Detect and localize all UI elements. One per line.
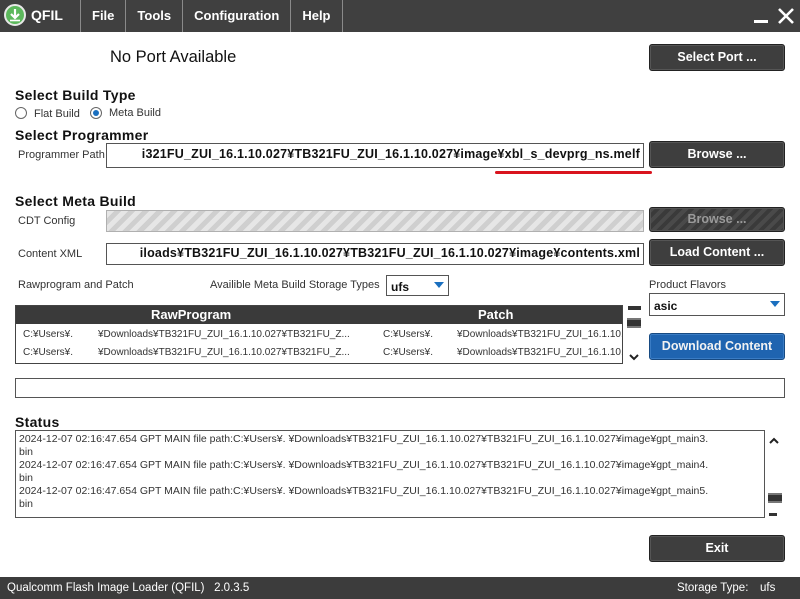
chevron-down-icon[interactable]	[629, 349, 639, 367]
menu-tools[interactable]: Tools	[125, 0, 182, 32]
meta-build-heading: Select Meta Build	[15, 193, 137, 209]
column-rawprogram: RawProgram	[151, 307, 232, 322]
log-tail: bin	[19, 498, 34, 510]
browse-programmer-button[interactable]: Browse ...	[649, 141, 785, 168]
menu-file[interactable]: File	[80, 0, 125, 32]
app-version: Qualcomm Flash Image Loader (QFIL) 2.0.3…	[7, 582, 250, 594]
content-xml-field[interactable]: iloads¥TB321FU_ZUI_16.1.10.027¥TB321FU_Z…	[106, 243, 644, 265]
log-path: ¥Downloads¥TB321FU_ZUI_16.1.10.027¥TB321…	[288, 433, 709, 445]
app-name: QFIL	[31, 7, 63, 23]
status-bar: Qualcomm Flash Image Loader (QFIL) 2.0.3…	[0, 577, 800, 599]
log-time: 2024-12-07 02:16:47.654	[19, 459, 137, 471]
minimize-icon[interactable]	[751, 6, 771, 26]
log-message: GPT MAIN file path:C:¥Users¥.	[139, 485, 286, 497]
highlight-underline	[495, 171, 652, 174]
log-entry: 2024-12-07 02:16:47.654 GPT MAIN file pa…	[19, 459, 761, 485]
build-type-heading: Select Build Type	[15, 87, 136, 103]
table-row[interactable]: C:¥Users¥. ¥Downloads¥TB321FU_ZUI_16.1.1…	[16, 344, 623, 363]
menu-help[interactable]: Help	[290, 0, 343, 32]
raw-cell: ¥Downloads¥TB321FU_ZUI_16.1.10.027¥TB321…	[98, 347, 350, 358]
cdt-config-field	[106, 210, 644, 232]
log-message: GPT MAIN file path:C:¥Users¥.	[139, 433, 286, 445]
column-patch: Patch	[478, 307, 514, 322]
product-flavor-value: asic	[654, 299, 678, 313]
menu-bar: File Tools Configuration Help	[80, 0, 343, 32]
download-content-button[interactable]: Download Content	[649, 333, 785, 360]
status-heading: Status	[15, 414, 60, 430]
progress-bar	[15, 378, 785, 398]
product-flavors-label: Product Flavors	[649, 279, 727, 291]
log-message: GPT MAIN file path:C:¥Users¥.	[139, 459, 286, 471]
product-flavor-select[interactable]: asic	[649, 293, 785, 316]
patch-cell: C:¥Users¥.	[383, 329, 434, 340]
close-icon[interactable]	[776, 6, 796, 26]
rawprogram-label: Rawprogram and Patch	[18, 279, 134, 291]
content-xml-value: iloads¥TB321FU_ZUI_16.1.10.027¥TB321FU_Z…	[139, 246, 640, 260]
cdt-config-label: CDT Config	[18, 215, 76, 227]
exit-button[interactable]: Exit	[649, 535, 785, 562]
programmer-path-value: i321FU_ZUI_16.1.10.027¥TB321FU_ZUI_16.1.…	[141, 147, 640, 161]
port-status: No Port Available	[110, 48, 237, 66]
qfil-logo-icon	[4, 4, 26, 26]
raw-cell: ¥Downloads¥TB321FU_ZUI_16.1.10.027¥TB321…	[98, 329, 350, 340]
storage-type-select[interactable]: ufs	[386, 275, 449, 296]
patch-cell: ¥Downloads¥TB321FU_ZUI_16.1.10.027¥TB321…	[457, 329, 623, 340]
programmer-path-field[interactable]: i321FU_ZUI_16.1.10.027¥TB321FU_ZUI_16.1.…	[106, 143, 644, 168]
list-icon[interactable]	[627, 318, 641, 328]
status-log[interactable]: 2024-12-07 02:16:47.654 GPT MAIN file pa…	[15, 430, 765, 518]
select-port-button[interactable]: Select Port ...	[649, 44, 785, 71]
table-row[interactable]: C:¥Users¥. ¥Downloads¥TB321FU_ZUI_16.1.1…	[16, 324, 622, 344]
list-icon[interactable]	[768, 493, 782, 503]
chevron-down-icon	[434, 282, 444, 288]
browse-cdt-button: Browse ...	[649, 207, 785, 232]
storage-type-status: ufs	[760, 582, 776, 594]
chevron-up-icon[interactable]	[769, 433, 779, 451]
flat-build-label: Flat Build	[34, 108, 80, 120]
flat-build-radio[interactable]	[15, 107, 27, 119]
title-bar: QFIL File Tools Configuration Help	[0, 0, 800, 32]
log-time: 2024-12-07 02:16:47.654	[19, 433, 137, 445]
table-header: RawProgram Patch	[16, 306, 622, 324]
remove-row-icon[interactable]	[628, 306, 641, 310]
programmer-path-label: Programmer Path	[18, 149, 105, 161]
log-tail: bin	[19, 446, 34, 458]
menu-configuration[interactable]: Configuration	[182, 0, 290, 32]
storage-type-label: Storage Type:	[677, 582, 749, 594]
patch-cell: C:¥Users¥.	[383, 347, 434, 358]
remove-icon[interactable]	[769, 513, 777, 516]
storage-type-value: ufs	[391, 280, 409, 294]
content-xml-label: Content XML	[18, 248, 83, 260]
log-entry: 2024-12-07 02:16:47.654 GPT MAIN file pa…	[19, 485, 761, 511]
chevron-down-icon	[770, 301, 780, 307]
log-path: ¥Downloads¥TB321FU_ZUI_16.1.10.027¥TB321…	[288, 485, 709, 497]
log-entry: 2024-12-07 02:16:47.654 GPT MAIN file pa…	[19, 433, 761, 459]
raw-cell: C:¥Users¥.	[23, 347, 74, 358]
meta-build-label: Meta Build	[109, 107, 161, 119]
rawprogram-patch-table: RawProgram Patch C:¥Users¥. ¥Downloads¥T…	[15, 305, 623, 364]
load-content-button[interactable]: Load Content ...	[649, 239, 785, 266]
log-time: 2024-12-07 02:16:47.654	[19, 485, 137, 497]
log-path: ¥Downloads¥TB321FU_ZUI_16.1.10.027¥TB321…	[288, 459, 709, 471]
storage-types-label: Availible Meta Build Storage Types	[210, 279, 380, 291]
log-tail: bin	[19, 472, 34, 484]
raw-cell: C:¥Users¥.	[23, 329, 74, 340]
meta-build-radio[interactable]	[90, 107, 102, 119]
patch-cell: ¥Downloads¥TB321FU_ZUI_16.1.10.027¥TB321…	[457, 347, 623, 358]
programmer-heading: Select Programmer	[15, 127, 149, 143]
